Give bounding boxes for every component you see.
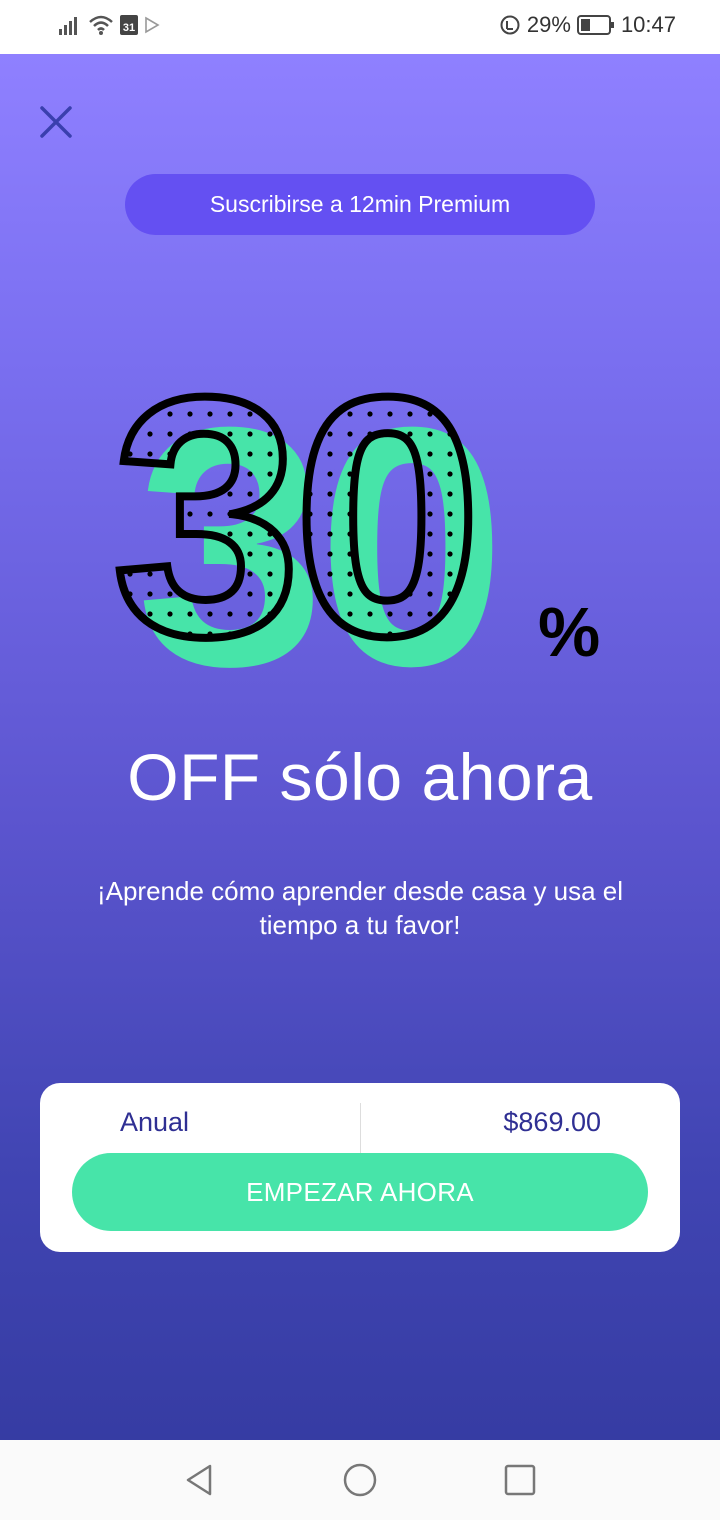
status-left: 31 bbox=[58, 14, 160, 36]
back-icon[interactable] bbox=[180, 1460, 220, 1500]
battery-percent: 29% bbox=[526, 12, 571, 37]
system-nav-bar bbox=[0, 1440, 720, 1520]
status-right: 29% 10:47 bbox=[499, 12, 676, 38]
close-icon[interactable] bbox=[36, 102, 76, 142]
paywall-screen: Suscribirse a 12min Premium 30 30 30 % O… bbox=[0, 54, 720, 1440]
start-now-button[interactable]: EMPEZAR AHORA bbox=[72, 1153, 648, 1231]
offer-headline: OFF sólo ahora bbox=[127, 740, 593, 814]
plan-price: $869.00 bbox=[503, 1107, 601, 1137]
plan-card: Anual $869.00 EMPEZAR AHORA bbox=[40, 1083, 680, 1252]
status-bar: 31 29% 10:47 bbox=[0, 0, 720, 54]
calendar-icon: 31 bbox=[120, 15, 138, 35]
signal-icon bbox=[59, 17, 77, 35]
calendar-day: 31 bbox=[122, 22, 136, 34]
discount-number: 30 bbox=[112, 364, 474, 684]
wifi-icon bbox=[89, 15, 113, 35]
percent-sign: % bbox=[538, 593, 600, 671]
recents-icon[interactable] bbox=[500, 1460, 540, 1500]
plan-divider bbox=[360, 1103, 361, 1153]
play-icon bbox=[145, 16, 160, 34]
subscribe-label: Suscribirse a 12min Premium bbox=[209, 191, 511, 217]
plan-name: Anual bbox=[120, 1107, 190, 1137]
discount-artwork: 30 30 30 % bbox=[108, 364, 600, 684]
data-saver-icon bbox=[500, 15, 520, 35]
clock: 10:47 bbox=[620, 12, 676, 37]
subscribe-premium-badge: Suscribirse a 12min Premium bbox=[125, 174, 595, 235]
home-icon[interactable] bbox=[340, 1460, 380, 1500]
offer-subtitle: ¡Aprende cómo aprender desde casa y usa … bbox=[96, 876, 624, 940]
battery-icon bbox=[576, 15, 614, 35]
start-now-label: EMPEZAR AHORA bbox=[246, 1176, 474, 1207]
